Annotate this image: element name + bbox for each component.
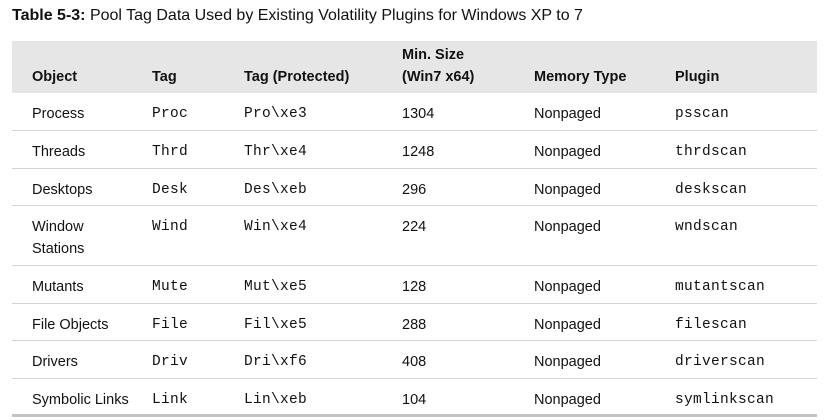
table-row: Process Proc Pro\xe3 1304 Nonpaged pssca… (12, 93, 817, 131)
cell-min-size: 1248 (402, 144, 435, 160)
header-min-size: Min. Size (Win7 x64) (402, 41, 534, 93)
pool-tag-table: Object Tag Tag (Protected) Min. Size (Wi… (12, 41, 817, 417)
pool-tag-table-container: Object Tag Tag (Protected) Min. Size (Wi… (12, 41, 817, 417)
cell-plugin: psscan (675, 106, 730, 122)
cell-memory-type: Nonpaged (534, 279, 601, 295)
header-plugin: Plugin (675, 69, 720, 85)
header-object: Object (32, 69, 78, 85)
table-title: Pool Tag Data Used by Existing Volatilit… (89, 7, 583, 24)
cell-plugin: wndscan (675, 219, 739, 235)
cell-tag: Thrd (152, 144, 189, 160)
cell-tag-protected: Win\xe4 (244, 219, 308, 235)
cell-memory-type: Nonpaged (534, 316, 601, 333)
cell-plugin: thrdscan (675, 144, 748, 160)
table-row: Desktops Desk Des\xeb 296 Nonpaged desks… (12, 168, 817, 206)
cell-plugin: mutantscan (675, 279, 766, 295)
cell-tag: Driv (152, 354, 189, 370)
cell-tag-protected: Lin\xeb (244, 391, 308, 408)
table-row: File Objects File Fil\xe5 288 Nonpaged f… (12, 303, 817, 341)
cell-tag-protected: Des\xeb (244, 181, 308, 198)
cell-tag: Desk (152, 181, 189, 198)
cell-tag: Wind (152, 219, 189, 235)
cell-plugin: deskscan (675, 181, 748, 198)
cell-plugin: driverscan (675, 354, 766, 370)
cell-object: Mutants (32, 279, 84, 295)
table-header: Object Tag Tag (Protected) Min. Size (Wi… (12, 41, 817, 93)
header-min-size-line2: (Win7 x64) (402, 69, 475, 85)
cell-memory-type: Nonpaged (534, 354, 601, 370)
header-row: Object Tag Tag (Protected) Min. Size (Wi… (12, 41, 817, 93)
table-row: Window Stations Wind Win\xe4 224 Nonpage… (12, 206, 817, 266)
cell-object: Desktops (32, 181, 93, 198)
cell-object: Threads (32, 144, 86, 160)
cell-memory-type: Nonpaged (534, 181, 601, 198)
cell-object-line2: Stations (32, 241, 85, 257)
cell-memory-type: Nonpaged (534, 219, 601, 235)
cell-tag-protected: Fil\xe5 (244, 316, 308, 333)
header-tag-protected: Tag (Protected) (244, 69, 350, 85)
cell-tag: File (152, 316, 189, 333)
cell-object: Drivers (32, 354, 78, 370)
table-row: Mutants Mute Mut\xe5 128 Nonpaged mutant… (12, 266, 817, 303)
cell-tag-protected: Dri\xf6 (244, 354, 308, 370)
cell-min-size: 408 (402, 354, 427, 370)
cell-tag: Link (152, 391, 189, 408)
cell-memory-type: Nonpaged (534, 391, 601, 408)
cell-plugin: filescan (675, 316, 748, 333)
table-row: Symbolic Links Link Lin\xeb 104 Nonpaged… (12, 378, 817, 416)
cell-min-size: 288 (402, 316, 427, 333)
cell-tag-protected: Mut\xe5 (244, 279, 308, 295)
cell-plugin: symlinkscan (675, 391, 775, 408)
cell-object: Symbolic Links (32, 391, 129, 408)
table-body: Process Proc Pro\xe3 1304 Nonpaged pssca… (12, 93, 817, 416)
table-caption: Table 5-3: Pool Tag Data Used by Existin… (12, 6, 583, 26)
cell-tag: Mute (152, 279, 189, 295)
header-min-size-line1: Min. Size (402, 47, 465, 63)
cell-object-line1: Window (32, 219, 84, 235)
cell-min-size: 296 (402, 181, 427, 198)
cell-tag-protected: Thr\xe4 (244, 144, 308, 160)
header-memory-type: Memory Type (534, 69, 627, 85)
table-row: Threads Thrd Thr\xe4 1248 Nonpaged thrds… (12, 131, 817, 168)
cell-memory-type: Nonpaged (534, 106, 601, 122)
header-tag: Tag (152, 69, 177, 85)
cell-tag: Proc (152, 106, 189, 122)
cell-min-size: 224 (402, 219, 427, 235)
cell-min-size: 104 (402, 391, 427, 408)
cell-memory-type: Nonpaged (534, 144, 601, 160)
cell-min-size: 128 (402, 279, 427, 295)
cell-object: Window Stations (12, 206, 152, 266)
table-row: Drivers Driv Dri\xf6 408 Nonpaged driver… (12, 341, 817, 378)
cell-object: File Objects (32, 316, 109, 333)
cell-min-size: 1304 (402, 106, 435, 122)
cell-tag-protected: Pro\xe3 (244, 106, 308, 122)
cell-object: Process (32, 106, 85, 122)
table-number: Table 5-3: (12, 7, 86, 24)
